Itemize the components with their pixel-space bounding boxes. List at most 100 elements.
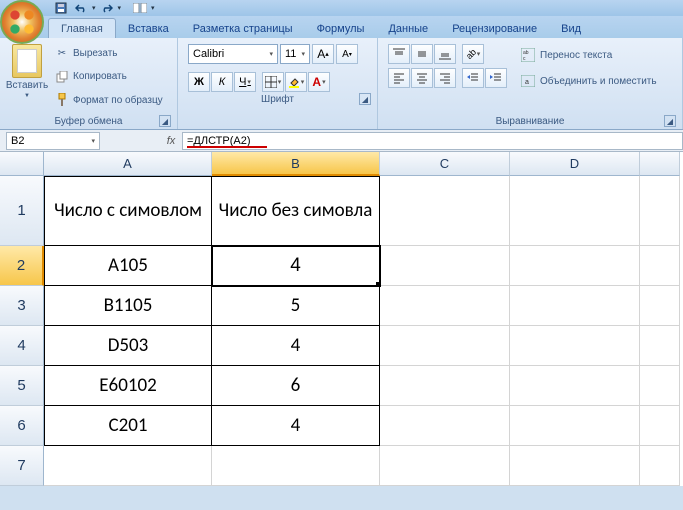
underline-button[interactable]: Ч▾: [234, 72, 256, 92]
cell-C2[interactable]: [380, 246, 510, 286]
group-font-label: Шрифт: [261, 94, 294, 105]
worksheet[interactable]: A B C D 1 Число с симовлом Число без сим…: [0, 152, 683, 486]
fill-handle[interactable]: [376, 282, 380, 286]
bold-button[interactable]: Ж: [188, 72, 210, 92]
tab-insert[interactable]: Вставка: [116, 19, 181, 38]
paste-dropdown[interactable]: ▼: [24, 93, 30, 99]
cell-E2[interactable]: [640, 246, 680, 286]
align-middle-button[interactable]: [411, 44, 433, 64]
cell-B5[interactable]: 6: [212, 366, 380, 406]
name-box[interactable]: B2▾: [6, 132, 100, 150]
qat-extra-drop[interactable]: ▾: [151, 4, 155, 12]
wrap-text-button[interactable]: abcПеренос текста: [515, 44, 662, 66]
cell-B2[interactable]: 4: [212, 246, 380, 286]
col-header-A[interactable]: A: [44, 152, 212, 176]
copy-button[interactable]: Копировать: [52, 68, 166, 86]
cell-D6[interactable]: [510, 406, 640, 446]
row-header-7[interactable]: 7: [0, 446, 44, 486]
align-center-button[interactable]: [411, 68, 433, 88]
undo-button[interactable]: [72, 1, 90, 15]
tab-review[interactable]: Рецензирование: [440, 19, 549, 38]
col-header-C[interactable]: C: [380, 152, 510, 176]
cell-E7[interactable]: [640, 446, 680, 486]
increase-indent-button[interactable]: [485, 68, 507, 88]
merge-button[interactable]: aОбъединить и поместить: [515, 70, 662, 92]
cell-E3[interactable]: [640, 286, 680, 326]
cell-E1[interactable]: [640, 176, 680, 246]
alignment-dialog-launcher[interactable]: ◢: [664, 115, 676, 127]
cell-E4[interactable]: [640, 326, 680, 366]
format-painter-button[interactable]: Формат по образцу: [52, 91, 166, 109]
cell-C1[interactable]: [380, 176, 510, 246]
cell-A1[interactable]: Число с симовлом: [44, 176, 212, 246]
cell-C7[interactable]: [380, 446, 510, 486]
row-header-2[interactable]: 2: [0, 246, 44, 286]
qat-extra-1[interactable]: [131, 1, 149, 15]
row-header-5[interactable]: 5: [0, 366, 44, 406]
qat-customize[interactable]: ▾: [118, 4, 122, 12]
row-header-6[interactable]: 6: [0, 406, 44, 446]
cell-A2[interactable]: A105: [44, 246, 212, 286]
tab-home[interactable]: Главная: [48, 18, 116, 38]
font-color-button[interactable]: A▾: [308, 72, 330, 92]
font-name-combo[interactable]: Calibri▾: [188, 44, 278, 64]
align-left-button[interactable]: [388, 68, 410, 88]
tab-formulas[interactable]: Формулы: [305, 19, 377, 38]
cell-D1[interactable]: [510, 176, 640, 246]
cell-C5[interactable]: [380, 366, 510, 406]
cell-A5[interactable]: E60102: [44, 366, 212, 406]
select-all-corner[interactable]: [0, 152, 44, 176]
undo-dropdown[interactable]: ▾: [92, 4, 96, 12]
redo-button[interactable]: [98, 1, 116, 15]
cell-E6[interactable]: [640, 406, 680, 446]
cell-E5[interactable]: [640, 366, 680, 406]
row-header-3[interactable]: 3: [0, 286, 44, 326]
cell-D2[interactable]: [510, 246, 640, 286]
clipboard-dialog-launcher[interactable]: ◢: [159, 115, 171, 127]
cell-B4[interactable]: 4: [212, 326, 380, 366]
font-dialog-launcher[interactable]: ◢: [359, 93, 371, 105]
cell-A4[interactable]: D503: [44, 326, 212, 366]
align-right-button[interactable]: [434, 68, 456, 88]
cell-A7[interactable]: [44, 446, 212, 486]
cell-B3[interactable]: 5: [212, 286, 380, 326]
cell-D4[interactable]: [510, 326, 640, 366]
cell-C4[interactable]: [380, 326, 510, 366]
fill-color-button[interactable]: ▾: [285, 72, 307, 92]
formula-input[interactable]: =ДЛСТР(A2): [182, 132, 683, 150]
tab-page-layout[interactable]: Разметка страницы: [181, 19, 305, 38]
row-header-4[interactable]: 4: [0, 326, 44, 366]
tab-data[interactable]: Данные: [376, 19, 440, 38]
cell-C3[interactable]: [380, 286, 510, 326]
tab-view[interactable]: Вид: [549, 19, 593, 38]
font-size-combo[interactable]: 11▾: [280, 44, 310, 64]
cell-B6[interactable]: 4: [212, 406, 380, 446]
office-button[interactable]: [0, 0, 44, 44]
col-header-B[interactable]: B: [212, 152, 380, 176]
italic-button[interactable]: К: [211, 72, 233, 92]
col-header-D[interactable]: D: [510, 152, 640, 176]
fx-button[interactable]: fx: [160, 135, 182, 147]
cell-D3[interactable]: [510, 286, 640, 326]
cell-C6[interactable]: [380, 406, 510, 446]
paste-label: Вставить: [6, 80, 48, 91]
cell-D5[interactable]: [510, 366, 640, 406]
decrease-indent-button[interactable]: [462, 68, 484, 88]
borders-button[interactable]: ▾: [262, 72, 284, 92]
align-top-button[interactable]: [388, 44, 410, 64]
shrink-font-button[interactable]: A▾: [336, 44, 358, 64]
grow-font-button[interactable]: A▴: [312, 44, 334, 64]
align-bottom-button[interactable]: [434, 44, 456, 64]
cell-A6[interactable]: C201: [44, 406, 212, 446]
cell-D7[interactable]: [510, 446, 640, 486]
paste-button[interactable]: Вставить ▼: [6, 40, 48, 114]
row-header-1[interactable]: 1: [0, 176, 44, 246]
cell-B7[interactable]: [212, 446, 380, 486]
copy-label: Копировать: [73, 71, 127, 82]
orientation-button[interactable]: ab▾: [462, 44, 484, 64]
col-header-E[interactable]: [640, 152, 680, 176]
cell-B1[interactable]: Число без симовла: [212, 176, 380, 246]
cut-button[interactable]: ✂Вырезать: [52, 45, 166, 63]
save-button[interactable]: [52, 1, 70, 15]
cell-A3[interactable]: B1105: [44, 286, 212, 326]
